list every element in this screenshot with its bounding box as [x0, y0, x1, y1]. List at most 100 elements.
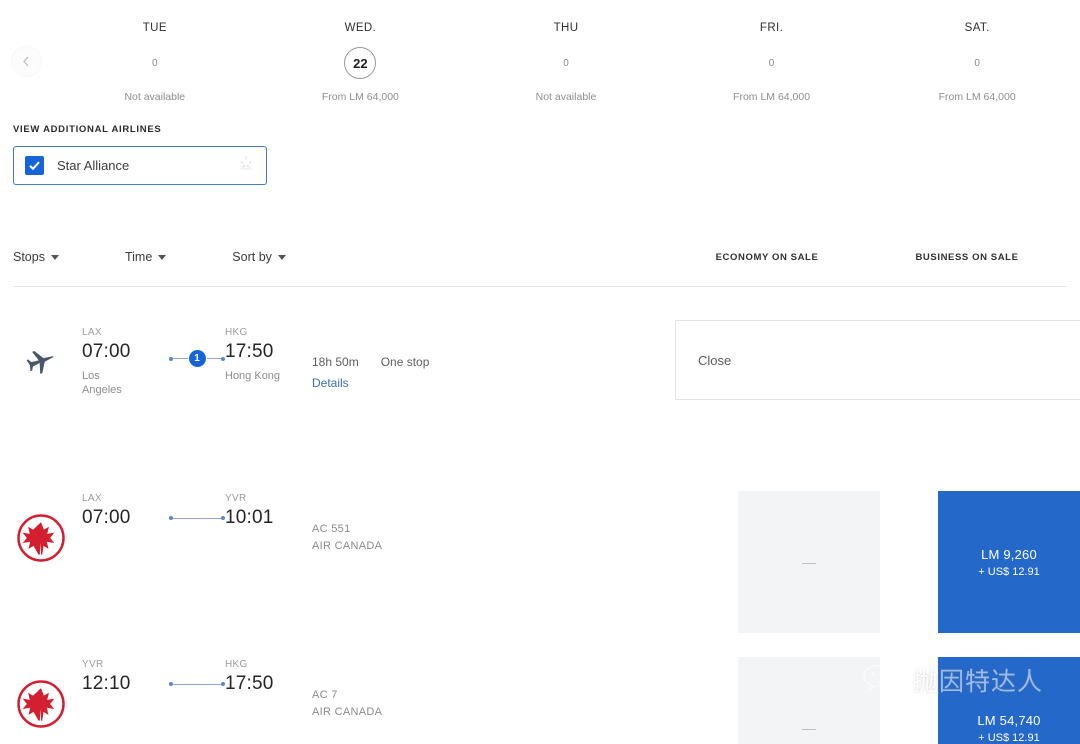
origin-city: Los Angeles [82, 370, 122, 396]
segment-connector [169, 493, 225, 520]
business-fare-tax: + US$ 12.91 [978, 731, 1040, 744]
dest-iata: HKG [225, 659, 248, 670]
economy-fare-unavailable[interactable]: — [738, 657, 880, 744]
stop-connector: 1 [169, 327, 225, 367]
date-selector-strip: TUE 0 Not available WED. 22 From LM 64,0… [0, 0, 1080, 112]
close-button[interactable]: Close [698, 353, 731, 368]
date-day-number: 0 [563, 57, 569, 69]
date-day-price: From LM 64,000 [321, 91, 399, 103]
stops-filter-label: Stops [13, 250, 45, 264]
previous-dates-button[interactable] [12, 47, 41, 76]
segment-flight-number: AC 7 [312, 689, 338, 701]
segment-flight-number: AC 551 [312, 523, 351, 535]
segment-times-cell: LAX 07:00 YVR 10:01 [82, 471, 312, 529]
connector-line [173, 683, 221, 685]
dest-time: 17:50 [225, 673, 274, 694]
business-fare-price: LM 54,740 [977, 712, 1041, 728]
business-fare-card[interactable]: LM 54,740 + US$ 12.91 [938, 657, 1080, 744]
itinerary-segment-times: LAX 07:00 Los Angeles 1 HKG 17:50 Hong K… [82, 327, 312, 398]
date-day-name: THU [553, 22, 579, 34]
origin-time: 07:00 [82, 507, 131, 528]
itinerary-origin: LAX 07:00 Los Angeles [82, 327, 169, 398]
date-list: TUE 0 Not available WED. 22 From LM 64,0… [0, 0, 1080, 103]
date-day-number: 0 [974, 57, 980, 69]
origin-time: 07:00 [82, 341, 131, 362]
date-day-price: From LM 64,000 [938, 91, 1016, 103]
segment-times: LAX 07:00 YVR 10:01 [82, 493, 312, 529]
segment-fare-cell: — LM 9,260 + US$ 12.91 [680, 471, 1080, 633]
flight-segment-row: LAX 07:00 YVR 10:01 AC 551 AIR CANADA — … [0, 471, 1080, 637]
business-column-header: BUSINESS ON SALE [915, 251, 1019, 263]
origin-iata: LAX [82, 327, 102, 338]
sort-by-filter-label: Sort by [232, 250, 272, 264]
business-fare-card[interactable]: LM 9,260 + US$ 12.91 [938, 491, 1080, 633]
dest-iata: HKG [225, 327, 248, 338]
date-day-number: 0 [152, 57, 158, 69]
date-day-name: FRI. [759, 22, 784, 34]
date-day-price: From LM 64,000 [733, 91, 811, 103]
date-option-fri[interactable]: FRI. 0 From LM 64,000 [669, 0, 875, 103]
date-day-price: Not available [535, 91, 597, 103]
star-alliance-checkbox[interactable] [25, 156, 44, 175]
date-day-name: TUE [142, 22, 167, 34]
business-fare-price: LM 9,260 [981, 546, 1037, 562]
date-day-number-wrap: 0 [52, 47, 258, 79]
date-day-number: 22 [344, 47, 377, 79]
segment-fare-cell: — LM 54,740 + US$ 12.91 [680, 637, 1080, 744]
itinerary-details-link[interactable]: Details [312, 376, 349, 390]
economy-fare-dash: — [802, 720, 816, 736]
itinerary-duration: 18h 50m [312, 355, 359, 369]
additional-airlines-title: VIEW ADDITIONAL AIRLINES [13, 124, 162, 135]
flight-results-page: TUE 0 Not available WED. 22 From LM 64,0… [0, 0, 1080, 744]
itinerary-meta-cell: 18h 50m One stop Details [312, 305, 562, 392]
dest-city: Hong Kong [225, 370, 281, 382]
date-option-thu[interactable]: THU 0 Not available [463, 0, 669, 103]
stops-filter[interactable]: Stops [13, 250, 59, 264]
chevron-down-icon [277, 254, 286, 260]
checkmark-icon [29, 161, 40, 171]
dest-time: 17:50 [225, 341, 274, 362]
itinerary-meta-line: 18h 50m One stop [312, 355, 562, 369]
time-filter[interactable]: Time [124, 250, 167, 264]
itinerary-times-cell: LAX 07:00 Los Angeles 1 HKG 17:50 Hong K… [82, 305, 312, 398]
connector-dot-end [221, 682, 225, 686]
date-day-price: Not available [124, 91, 186, 103]
business-fare-tax: + US$ 12.91 [978, 565, 1040, 578]
segment-carrier: AIR CANADA [312, 539, 383, 552]
date-day-number-wrap: 0 [874, 47, 1080, 79]
itinerary-stops-text: One stop [380, 355, 430, 369]
star-alliance-logo-icon [237, 154, 255, 177]
star-alliance-filter-option[interactable]: Star Alliance [13, 146, 267, 185]
date-option-sat[interactable]: SAT. 0 From LM 64,000 [874, 0, 1080, 103]
economy-fare-unavailable[interactable]: — [738, 491, 880, 633]
air-canada-logo [17, 680, 65, 728]
date-day-number-wrap: 22 [258, 47, 464, 79]
economy-column-header: ECONOMY ON SALE [715, 251, 819, 263]
sort-by-filter[interactable]: Sort by [232, 250, 286, 264]
connector-line-left [173, 358, 188, 359]
segment-origin: YVR 12:10 [82, 659, 169, 695]
itinerary-logo-cell [0, 305, 82, 377]
flight-segment-row: YVR 12:10 HKG 17:50 AC 7 AIR CANADA — LM… [0, 637, 1080, 744]
date-day-name: WED. [344, 22, 377, 34]
itinerary-destination: HKG 17:50 Hong Kong [225, 327, 312, 384]
date-day-number-wrap: 0 [463, 47, 669, 79]
time-filter-label: Time [124, 250, 153, 264]
segment-meta-cell: AC 551 AIR CANADA [312, 471, 562, 554]
stop-count-badge: 1 [188, 350, 206, 367]
date-option-wed[interactable]: WED. 22 From LM 64,000 [258, 0, 464, 103]
additional-airlines-section: VIEW ADDITIONAL AIRLINES Star Alliance [0, 112, 1080, 185]
segment-meta-cell: AC 7 AIR CANADA [312, 637, 562, 720]
connector-dot-end [221, 516, 225, 520]
fare-column-headers: ECONOMY ON SALE BUSINESS ON SALE [667, 252, 1067, 263]
chevron-left-icon [23, 56, 29, 67]
segment-destination: YVR 10:01 [225, 493, 312, 529]
origin-time: 12:10 [82, 673, 131, 694]
date-day-number-wrap: 0 [669, 47, 875, 79]
segment-times-cell: YVR 12:10 HKG 17:50 [82, 637, 312, 695]
segment-logo-cell [0, 637, 82, 729]
date-option-tue[interactable]: TUE 0 Not available [52, 0, 258, 103]
origin-iata: LAX [82, 493, 102, 504]
segment-times: YVR 12:10 HKG 17:50 [82, 659, 312, 695]
origin-iata: YVR [82, 659, 104, 670]
